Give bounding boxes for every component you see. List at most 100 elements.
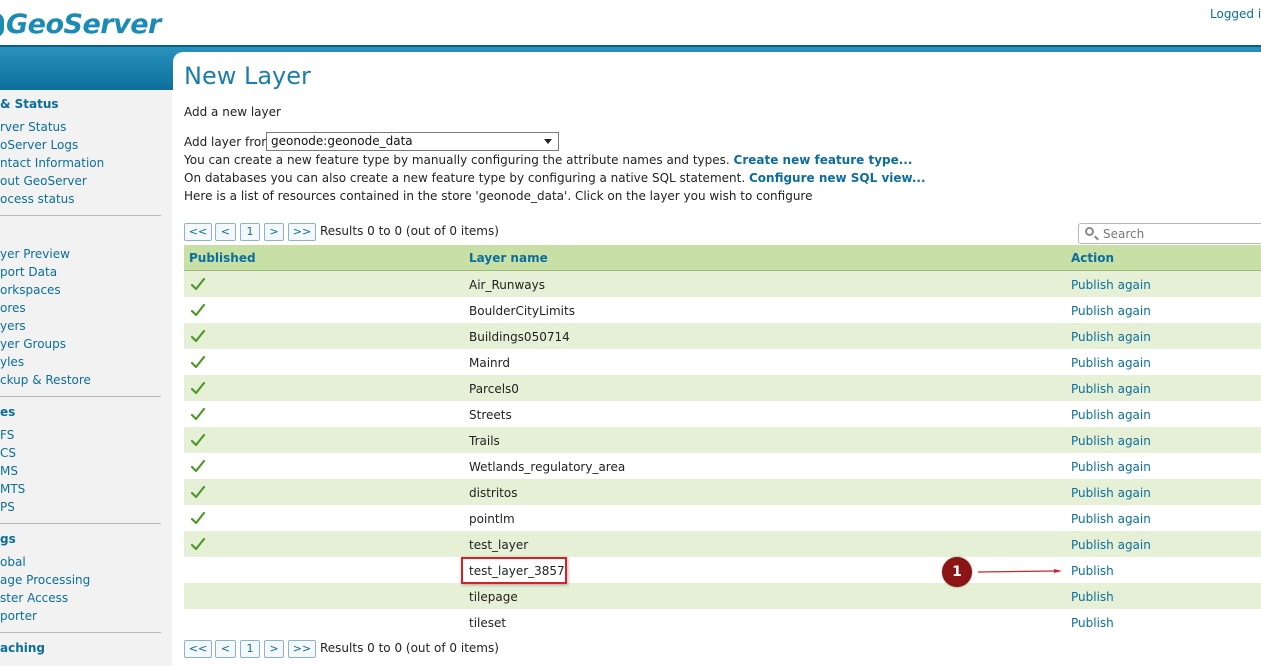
layer-name-cell[interactable]: tilepage	[469, 590, 518, 604]
sidebar-item-backup-restore[interactable]: ckup & Restore	[0, 373, 91, 387]
sidebar-section-settings: gs	[0, 532, 16, 546]
sidebar-item-contact-information[interactable]: ntact Information	[0, 156, 104, 170]
sidebar-item-wms[interactable]: MS	[0, 464, 18, 478]
geoserver-logo[interactable]: GeoServer	[0, 9, 161, 40]
sidebar-item-layers[interactable]: yers	[0, 319, 26, 333]
publish-again-link[interactable]: Publish again	[1071, 538, 1151, 552]
checkmark-icon	[191, 460, 205, 472]
sidebar-item-process-status[interactable]: ocess status	[0, 192, 75, 206]
sidebar-divider	[0, 215, 161, 216]
store-select[interactable]: geonode:geonode_data	[266, 132, 559, 151]
publish-again-link[interactable]: Publish again	[1071, 304, 1151, 318]
pager-next-button[interactable]: >	[264, 223, 284, 241]
publish-link[interactable]: Publish	[1071, 616, 1114, 630]
table-row: test_layer_3857 Publish	[184, 557, 1261, 583]
checkmark-icon	[191, 304, 205, 316]
sidebar-item-layer-preview[interactable]: yer Preview	[0, 247, 70, 261]
sidebar-section-services: es	[0, 405, 16, 419]
checkmark-icon	[191, 486, 205, 498]
pager-last-button[interactable]: >>	[288, 640, 316, 658]
sidebar-item-wps[interactable]: PS	[0, 500, 15, 514]
publish-again-link[interactable]: Publish again	[1071, 408, 1151, 422]
table-header: Published Layer name Action	[184, 245, 1261, 271]
pager-page-button[interactable]: 1	[240, 223, 260, 241]
sidebar-item-geoserver-logs[interactable]: oServer Logs	[0, 138, 78, 152]
table-row: tileset Publish	[184, 609, 1261, 635]
sidebar-item-global[interactable]: obal	[0, 555, 26, 569]
sidebar-item-stores[interactable]: ores	[0, 301, 26, 315]
publish-again-link[interactable]: Publish again	[1071, 356, 1151, 370]
sidebar-section-tile-caching: aching	[0, 641, 45, 655]
publish-again-link[interactable]: Publish again	[1071, 460, 1151, 474]
sidebar-item-wfs[interactable]: FS	[0, 428, 14, 442]
layer-name-cell[interactable]: distritos	[469, 486, 517, 500]
publish-again-link[interactable]: Publish again	[1071, 330, 1151, 344]
checkmark-icon	[191, 434, 205, 446]
column-header-layer-name[interactable]: Layer name	[469, 251, 548, 265]
publish-again-link[interactable]: Publish again	[1071, 382, 1151, 396]
pager-last-button[interactable]: >>	[288, 223, 316, 241]
table-row: Wetlands_regulatory_area Publish again	[184, 453, 1261, 479]
sidebar-section-status: & Status	[0, 97, 59, 111]
publish-link[interactable]: Publish	[1071, 590, 1114, 604]
sidebar: & Status rver Status oServer Logs ntact …	[0, 90, 172, 666]
sidebar-item-wcs[interactable]: CS	[0, 446, 16, 460]
arrow-icon	[978, 569, 1062, 573]
info-feature-type: You can create a new feature type by man…	[184, 153, 913, 167]
publish-link[interactable]: Publish	[1071, 564, 1114, 578]
layer-name-cell[interactable]: Wetlands_regulatory_area	[469, 460, 625, 474]
layer-name-cell[interactable]: tileset	[469, 616, 506, 630]
layer-name-cell[interactable]: Streets	[469, 408, 512, 422]
column-header-published[interactable]: Published	[189, 251, 256, 265]
publish-again-link[interactable]: Publish again	[1071, 278, 1151, 292]
layer-name-cell[interactable]: Parcels0	[469, 382, 519, 396]
header: GeoServer Logged in	[0, 0, 1261, 45]
sidebar-item-raster-access[interactable]: ster Access	[0, 591, 68, 605]
pager-next-button[interactable]: >	[264, 640, 284, 658]
layer-name-cell[interactable]: Buildings050714	[469, 330, 570, 344]
publish-again-link[interactable]: Publish again	[1071, 434, 1151, 448]
sidebar-item-styles[interactable]: yles	[0, 355, 24, 369]
layer-name-cell[interactable]: Air_Runways	[469, 278, 545, 292]
column-header-action[interactable]: Action	[1071, 251, 1114, 265]
sidebar-item-wmts[interactable]: MTS	[0, 482, 25, 496]
sidebar-item-server-status[interactable]: rver Status	[0, 120, 66, 134]
store-select-value: geonode:geonode_data	[271, 134, 413, 148]
table-row: BoulderCityLimits Publish again	[184, 297, 1261, 323]
layers-table: Published Layer name Action Air_Runways P…	[184, 245, 1261, 635]
sidebar-divider	[0, 632, 161, 633]
sidebar-item-import-data[interactable]: port Data	[0, 265, 57, 279]
table-body: Air_Runways Publish again BoulderCityLimit…	[184, 271, 1261, 635]
pager-results-text: Results 0 to 0 (out of 0 items)	[320, 224, 499, 238]
table-row: test_layer Publish again	[184, 531, 1261, 557]
layer-name-cell[interactable]: test_layer	[469, 538, 528, 552]
table-row: Air_Runways Publish again	[184, 271, 1261, 297]
chevron-down-icon	[544, 139, 552, 144]
logged-in-link[interactable]: Logged in	[1210, 7, 1261, 21]
sidebar-item-image-processing[interactable]: age Processing	[0, 573, 90, 587]
layer-name-cell[interactable]: BoulderCityLimits	[469, 304, 575, 318]
sidebar-item-workspaces[interactable]: orkspaces	[0, 283, 61, 297]
pager-prev-button[interactable]: <	[215, 223, 236, 241]
pager-prev-button[interactable]: <	[215, 640, 236, 658]
sidebar-item-layer-groups[interactable]: yer Groups	[0, 337, 66, 351]
pager-first-button[interactable]: <<	[184, 223, 212, 241]
table-row: Buildings050714 Publish again	[184, 323, 1261, 349]
layer-name-cell[interactable]: Trails	[469, 434, 500, 448]
checkmark-icon	[191, 382, 205, 394]
configure-sql-view-link[interactable]: Configure new SQL view...	[749, 171, 926, 185]
info-sql-view: On databases you can also create a new f…	[184, 171, 926, 185]
publish-again-link[interactable]: Publish again	[1071, 512, 1151, 526]
pager-page-button[interactable]: 1	[240, 640, 260, 658]
layer-name-cell[interactable]: pointlm	[469, 512, 515, 526]
layer-name-cell[interactable]: Mainrd	[469, 356, 510, 370]
search-box	[1078, 223, 1261, 244]
search-input[interactable]	[1103, 226, 1253, 241]
sidebar-item-about-geoserver[interactable]: out GeoServer	[0, 174, 87, 188]
create-feature-type-link[interactable]: Create new feature type...	[734, 153, 913, 167]
pager-results-text: Results 0 to 0 (out of 0 items)	[320, 641, 499, 655]
sidebar-item-importer[interactable]: porter	[0, 609, 37, 623]
pager-first-button[interactable]: <<	[184, 640, 212, 658]
publish-again-link[interactable]: Publish again	[1071, 486, 1151, 500]
sidebar-divider	[0, 396, 161, 397]
